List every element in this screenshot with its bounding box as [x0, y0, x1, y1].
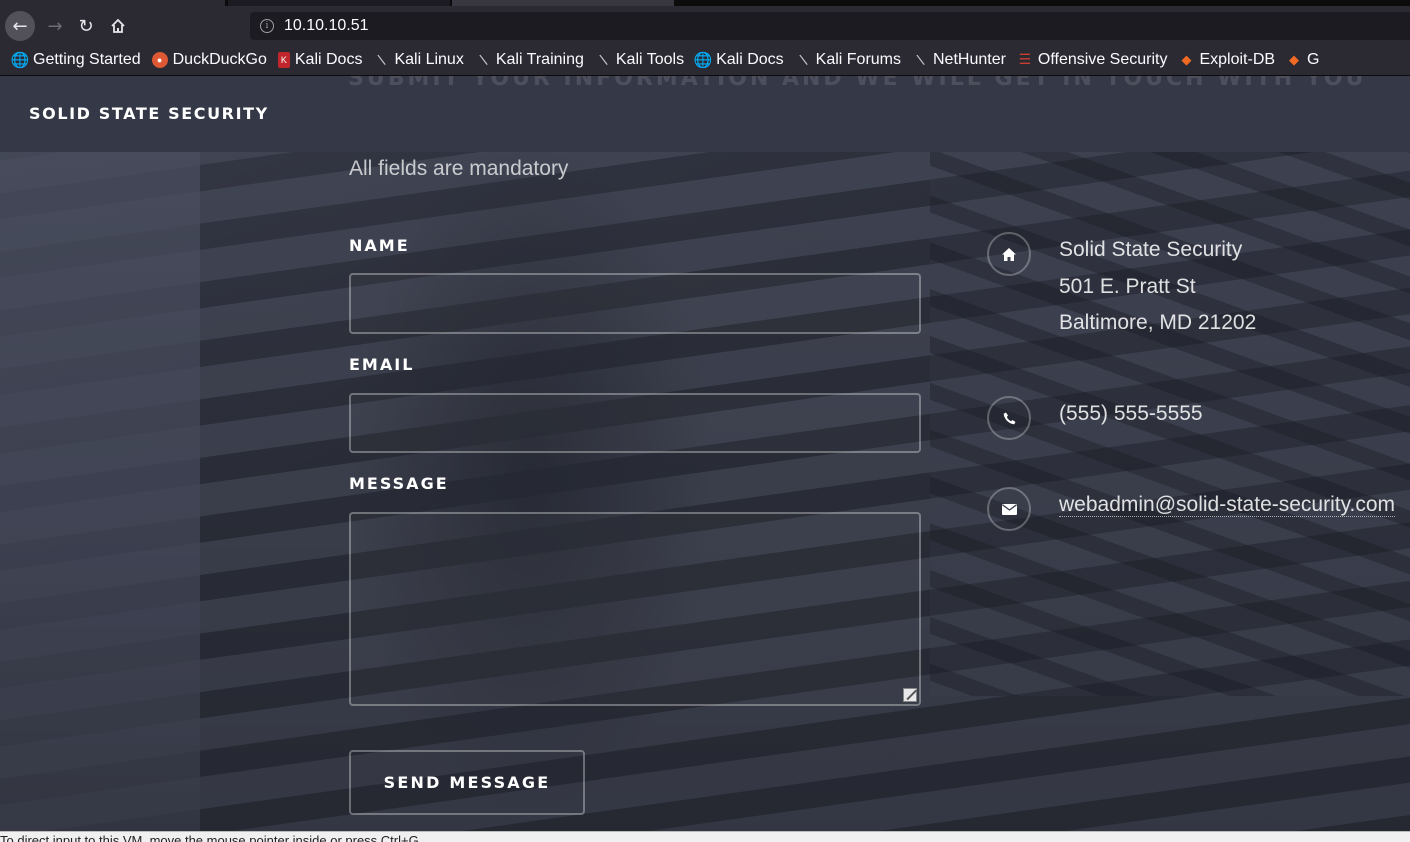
bookmark-kali-docs-2[interactable]: 🌐 Kali Docs [693, 50, 784, 69]
forward-button[interactable]: → [40, 11, 70, 41]
duckduckgo-icon: ● [151, 51, 168, 68]
form-subtitle: All fields are mandatory [349, 157, 569, 180]
arrow-right-icon: → [47, 15, 63, 37]
kali-dragon-icon: ∖ [595, 49, 610, 69]
home-icon [111, 18, 125, 33]
section-heading: SUBMIT YOUR INFORMATION AND WE WILL GET … [348, 76, 1367, 91]
bookmark-label: Offensive Security [1037, 50, 1168, 68]
kali-docs-icon: K [277, 51, 290, 68]
contact-address: Solid State Security 501 E. Pratt St Bal… [1059, 232, 1256, 342]
name-label: NAME [349, 236, 410, 255]
bookmark-overflow[interactable]: ◆ G [1286, 51, 1319, 69]
vm-status-bar: To direct input to this VM, move the mou… [0, 831, 1410, 842]
address-line-1: Solid State Security [1059, 238, 1243, 261]
bookmark-label: NetHunter [933, 50, 1006, 68]
exploit-db-icon: ◆ [1289, 51, 1300, 67]
kali-dragon-icon: ∖ [795, 49, 810, 69]
bookmarks-toolbar: 🌐 Getting Started ● DuckDuckGo K Kali Do… [0, 44, 1410, 76]
bookmark-label: Kali Docs [294, 50, 363, 68]
reload-button[interactable]: ↻ [71, 11, 101, 41]
bookmark-label: G [1307, 50, 1320, 68]
kali-dragon-icon: ∖ [374, 49, 389, 69]
reload-icon: ↻ [78, 15, 94, 37]
navigation-toolbar: ← → ↻ i 10.10.10.51 [0, 6, 1410, 44]
contact-email-wrapper: webadmin@solid-state-security.com [1059, 487, 1396, 524]
bookmark-getting-started[interactable]: 🌐 Getting Started [10, 50, 141, 69]
email-input[interactable] [349, 393, 921, 453]
exploit-db-icon: ◆ [1181, 51, 1192, 67]
home-button[interactable] [103, 11, 133, 41]
contact-email-link[interactable]: webadmin@solid-state-security.com [1059, 493, 1396, 517]
back-button[interactable]: ← [5, 11, 35, 41]
phone-icon [987, 396, 1031, 440]
globe-icon: 🌐 [10, 51, 30, 69]
kali-dragon-icon: ∖ [912, 49, 927, 69]
kali-dragon-icon: ∖ [475, 49, 490, 69]
bookmark-kali-forums[interactable]: ∖ Kali Forums [795, 49, 901, 69]
email-label: EMAIL [349, 355, 415, 374]
address-line-3: Baltimore, MD 21202 [1059, 311, 1257, 334]
arrow-left-icon: ← [12, 15, 28, 37]
bookmark-duckduckgo[interactable]: ● DuckDuckGo [151, 50, 267, 69]
bookmark-label: Getting Started [33, 50, 141, 68]
status-text: To direct input to this VM, move the mou… [0, 833, 423, 842]
bookmark-kali-linux[interactable]: ∖ Kali Linux [373, 49, 464, 69]
bookmark-offensive-security[interactable]: ☰ Offensive Security [1017, 51, 1168, 69]
bookmark-kali-training[interactable]: ∖ Kali Training [475, 49, 584, 69]
bookmark-label: Exploit-DB [1199, 50, 1276, 68]
envelope-icon [987, 487, 1031, 531]
resize-handle[interactable] [903, 688, 917, 702]
contact-phone: (555) 555-5555 [1059, 402, 1203, 425]
message-textarea[interactable] [349, 512, 921, 706]
home-icon [987, 232, 1031, 276]
message-label: MESSAGE [349, 474, 449, 493]
site-brand[interactable]: SOLID STATE SECURITY [29, 104, 269, 123]
globe-icon: 🌐 [693, 51, 713, 69]
address-line-2: 501 E. Pratt St [1059, 274, 1196, 298]
bookmark-nethunter[interactable]: ∖ NetHunter [912, 49, 1006, 69]
bookmark-label: Kali Training [495, 50, 584, 68]
offsec-icon: ☰ [1018, 51, 1032, 67]
info-icon[interactable]: i [260, 19, 274, 33]
bookmark-label: Kali Linux [394, 50, 464, 68]
web-page: SUBMIT YOUR INFORMATION AND WE WILL GET … [0, 76, 1410, 831]
url-bar[interactable]: i 10.10.10.51 [250, 12, 1410, 40]
bookmark-label: Kali Forums [815, 50, 901, 68]
bookmark-kali-tools[interactable]: ∖ Kali Tools [595, 49, 685, 69]
bookmark-kali-docs[interactable]: K Kali Docs [277, 50, 363, 69]
url-text[interactable]: 10.10.10.51 [284, 17, 369, 35]
bookmark-label: Kali Tools [615, 50, 685, 68]
bookmark-label: DuckDuckGo [172, 50, 267, 68]
send-message-button[interactable]: SEND MESSAGE [349, 750, 585, 815]
site-header: SUBMIT YOUR INFORMATION AND WE WILL GET … [0, 76, 1410, 152]
bookmark-exploit-db[interactable]: ◆ Exploit-DB [1178, 51, 1275, 69]
background-overlay [0, 76, 1410, 831]
name-input[interactable] [349, 273, 921, 334]
bookmark-label: Kali Docs [716, 50, 784, 68]
